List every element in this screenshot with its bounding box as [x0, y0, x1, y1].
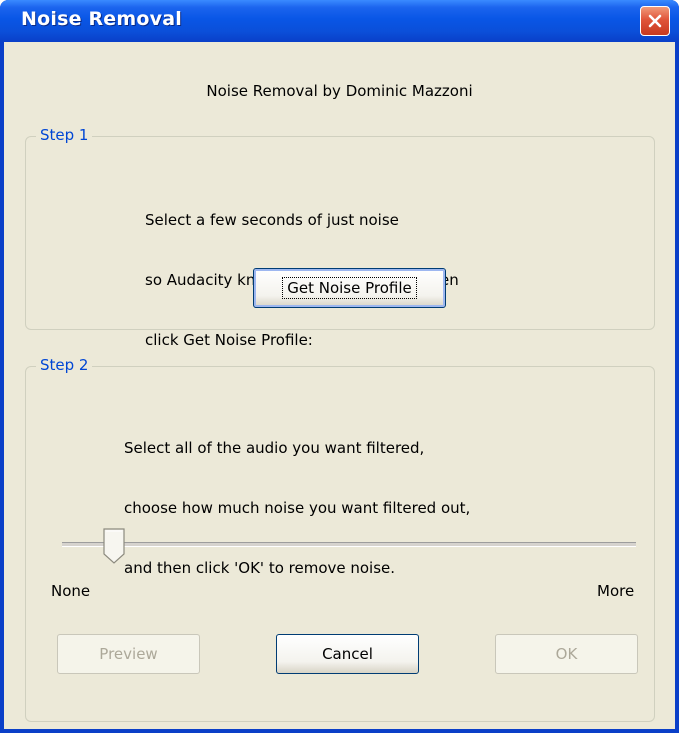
slider-min-label: None	[51, 582, 91, 600]
step2-line-3: and then click 'OK' to remove noise.	[124, 559, 396, 577]
noise-removal-window: Noise Removal Noise Removal by Dominic M…	[0, 0, 679, 733]
step2-line-1: Select all of the audio you want filtere…	[124, 439, 425, 457]
title-bar[interactable]: Noise Removal	[0, 0, 679, 42]
step1-line-1: Select a few seconds of just noise	[145, 211, 399, 229]
close-icon	[648, 14, 662, 28]
step1-line-3: click Get Noise Profile:	[145, 331, 313, 349]
close-button[interactable]	[640, 6, 670, 36]
step2-instructions: Select all of the audio you want filtere…	[124, 398, 470, 618]
noise-slider-thumb[interactable]	[102, 528, 126, 564]
step1-legend: Step 1	[36, 126, 93, 144]
preview-button[interactable]: Preview	[57, 634, 200, 674]
dialog-subtitle: Noise Removal by Dominic Mazzoni	[206, 82, 473, 100]
noise-slider-track[interactable]	[62, 542, 636, 547]
step2-line-2: choose how much noise you want filtered …	[124, 499, 471, 517]
slider-max-label: More	[597, 582, 635, 600]
step2-legend: Step 2	[36, 356, 93, 374]
dialog-client-area: Noise Removal by Dominic Mazzoni Step 1 …	[4, 42, 675, 729]
ok-button[interactable]: OK	[495, 634, 638, 674]
get-noise-profile-button[interactable]: Get Noise Profile	[253, 268, 446, 308]
window-title: Noise Removal	[21, 8, 182, 30]
get-noise-profile-label: Get Noise Profile	[282, 277, 417, 299]
cancel-button[interactable]: Cancel	[276, 634, 419, 674]
